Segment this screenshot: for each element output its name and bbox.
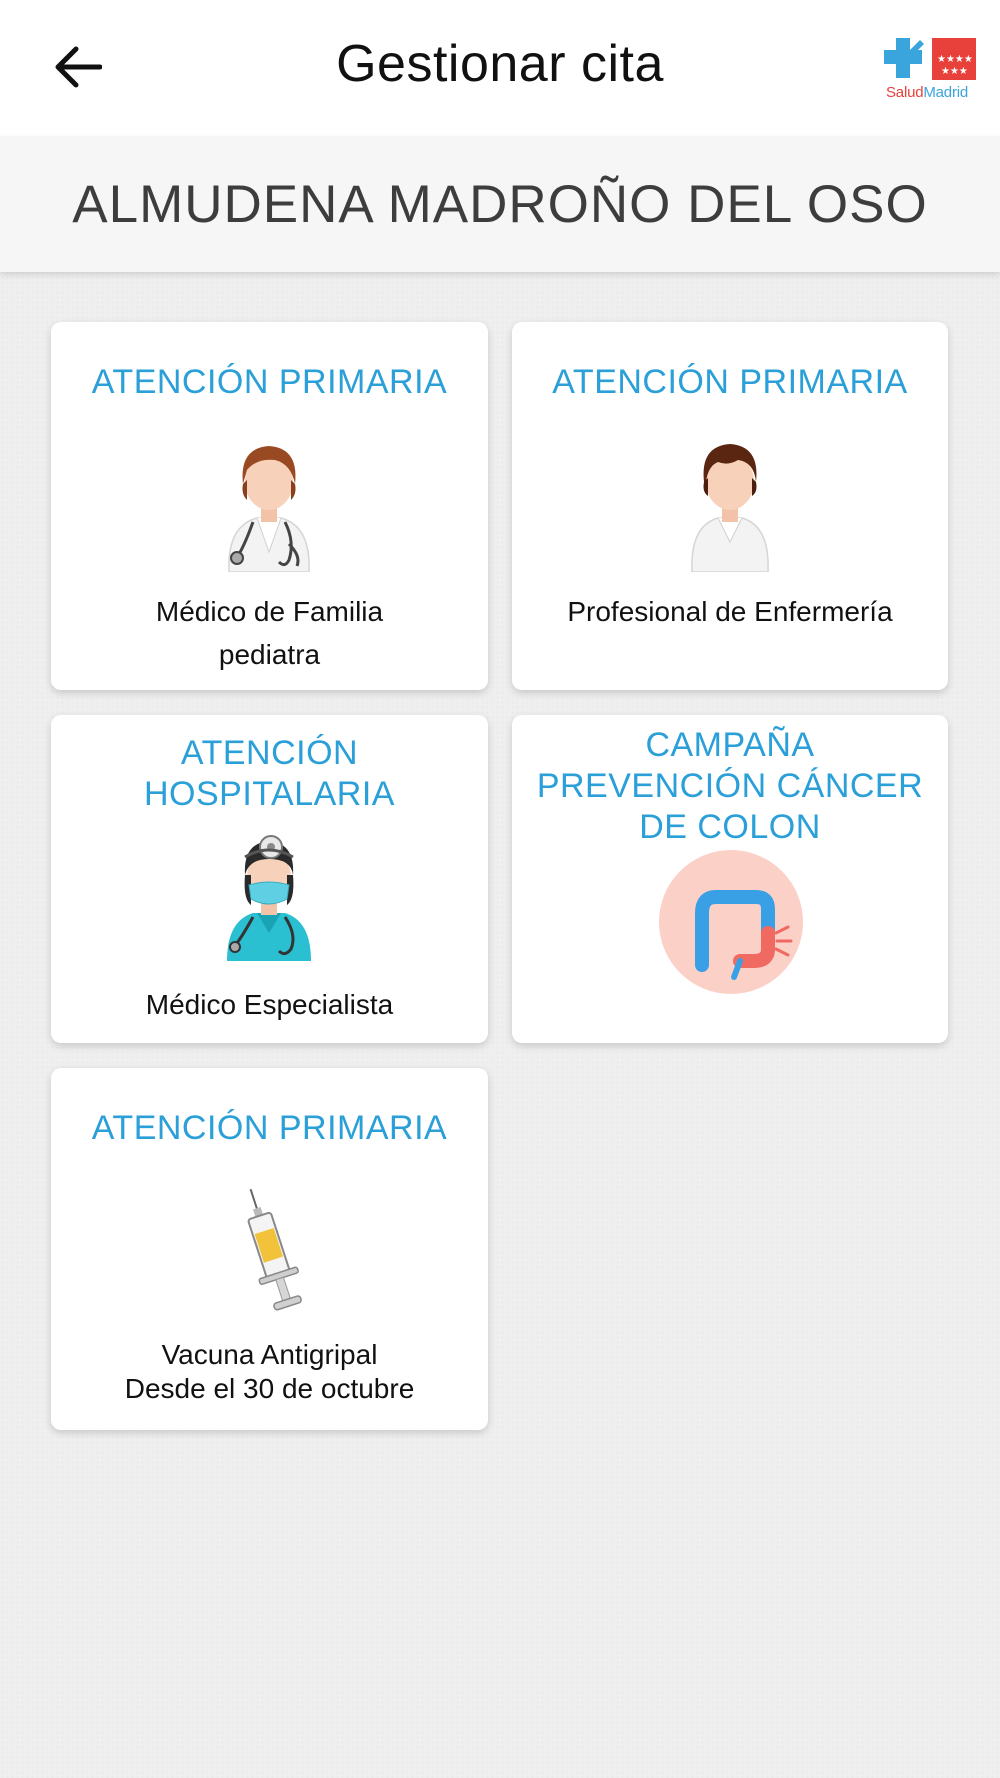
svg-text:★★★: ★★★ bbox=[941, 66, 968, 77]
card-primary-nursing[interactable]: ATENCIÓN PRIMARIA Profesional de Enferme… bbox=[512, 322, 948, 690]
card-primary-family-doctor[interactable]: ATENCIÓN PRIMARIA Médico de Familia pedi… bbox=[51, 322, 488, 690]
specialist-doctor-icon bbox=[227, 835, 311, 961]
card-title: ATENCIÓN PRIMARIA bbox=[91, 1109, 448, 1147]
nurse-icon bbox=[691, 444, 769, 572]
card-title-line1: CAMPAÑA bbox=[645, 726, 815, 764]
family-doctor-icon bbox=[228, 446, 310, 572]
card-subtitle-line1: Médico de Familia bbox=[155, 596, 384, 627]
patient-name: ALMUDENA MADROÑO DEL OSO bbox=[72, 174, 928, 234]
card-subtitle-line2: pediatra bbox=[218, 639, 321, 670]
card-hospital-specialist[interactable]: ATENCIÓN HOSPITALARIA Médico Especialist… bbox=[51, 715, 488, 1043]
card-title-line2: HOSPITALARIA bbox=[144, 775, 395, 813]
card-subtitle-line2: Desde el 30 de octubre bbox=[124, 1373, 415, 1404]
syringe-icon bbox=[247, 1188, 302, 1311]
card-title-line3: DE COLON bbox=[639, 808, 821, 846]
patient-bar: ALMUDENA MADROÑO DEL OSO bbox=[0, 136, 1000, 272]
card-flu-vaccine[interactable]: ATENCIÓN PRIMARIA Vacuna Antigripal Desd… bbox=[51, 1068, 488, 1430]
card-subtitle-line1: Médico Especialista bbox=[145, 989, 394, 1020]
card-title: ATENCIÓN PRIMARIA bbox=[91, 363, 448, 401]
card-colon-cancer-campaign[interactable]: CAMPAÑA PREVENCIÓN CÁNCER DE COLON bbox=[512, 715, 948, 1043]
card-subtitle-line1: Vacuna Antigripal bbox=[161, 1339, 378, 1370]
colon-icon bbox=[659, 850, 803, 994]
app-header: Gestionar cita ★★★★ ★★★ SaludMadrid bbox=[0, 0, 1000, 136]
card-title-line1: ATENCIÓN bbox=[180, 734, 359, 772]
svg-text:★★★★: ★★★★ bbox=[937, 54, 973, 65]
page-title: Gestionar cita bbox=[336, 35, 664, 93]
logo-wordmark: SaludMadrid bbox=[886, 84, 969, 101]
card-title-line2: PREVENCIÓN CÁNCER bbox=[536, 767, 924, 805]
card-subtitle-line1: Profesional de Enfermería bbox=[567, 596, 893, 627]
card-title: ATENCIÓN PRIMARIA bbox=[552, 363, 908, 401]
